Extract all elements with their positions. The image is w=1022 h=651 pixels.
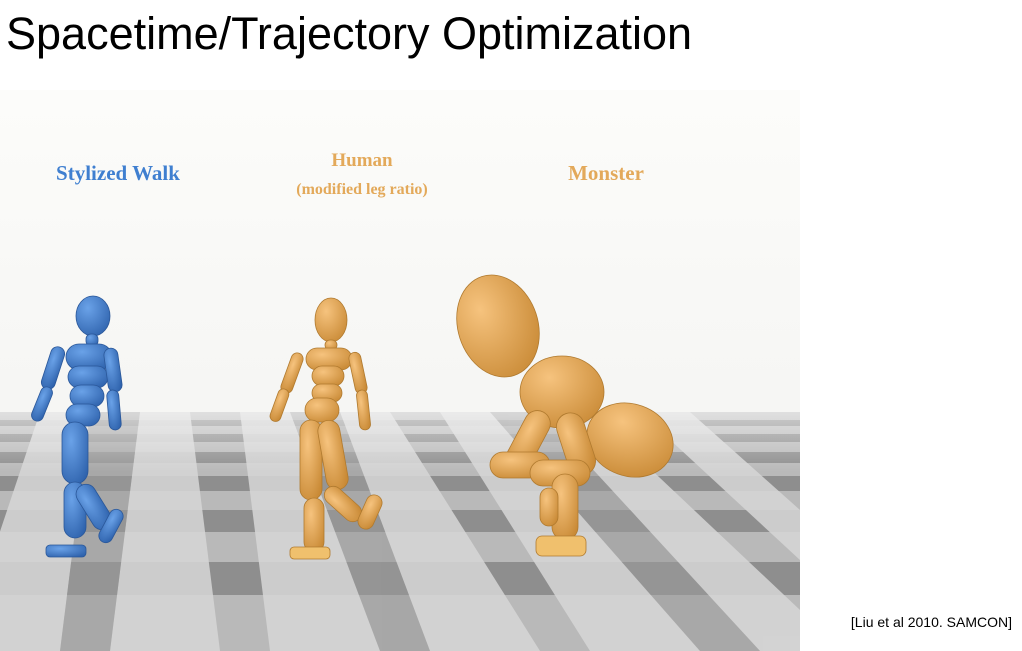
slide-title: Spacetime/Trajectory Optimization	[6, 8, 693, 59]
animation-figure: Stylized Walk Human (modified leg ratio)…	[0, 90, 800, 651]
label-monster: Monster	[568, 161, 644, 185]
figure-canvas: Stylized Walk Human (modified leg ratio)…	[0, 90, 800, 651]
slide: Spacetime/Trajectory Optimization Styliz…	[0, 0, 1022, 651]
citation: [Liu et al 2010. SAMCON]	[850, 614, 1012, 630]
label-human: Human	[331, 150, 393, 171]
checkered-floor	[0, 412, 800, 651]
label-human-note: (modified leg ratio)	[296, 181, 428, 198]
label-stylized-walk: Stylized Walk	[56, 161, 180, 185]
